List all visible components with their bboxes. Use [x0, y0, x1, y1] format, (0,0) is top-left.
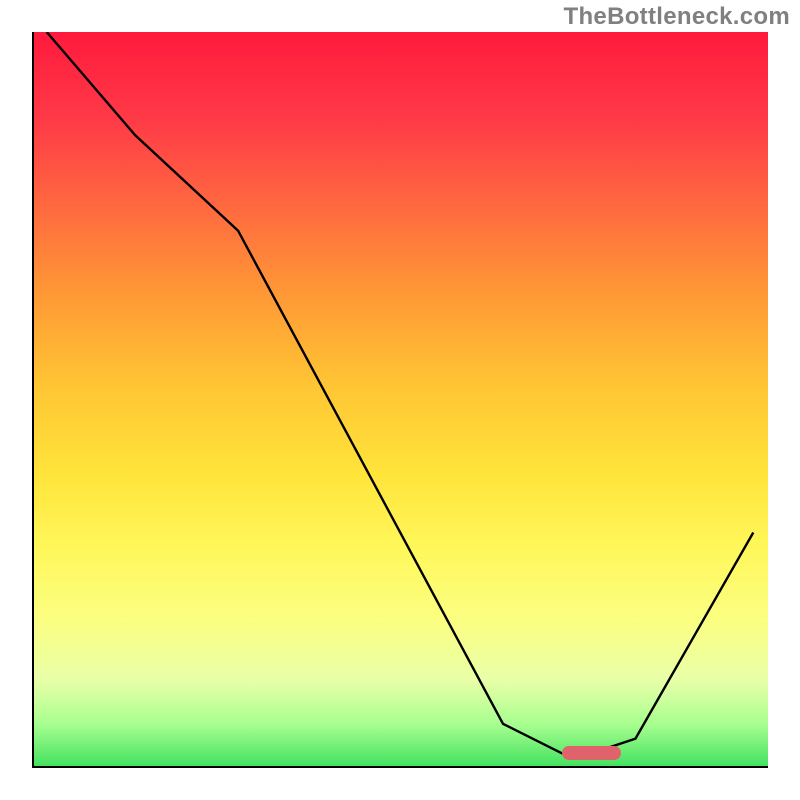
bottleneck-chart: TheBottleneck.com: [0, 0, 800, 800]
plot-area: [32, 32, 768, 768]
y-axis: [32, 32, 34, 768]
performance-curve: [32, 32, 768, 768]
x-axis: [32, 766, 768, 768]
watermark-text: TheBottleneck.com: [564, 3, 790, 31]
optimal-range-marker: [562, 746, 621, 760]
